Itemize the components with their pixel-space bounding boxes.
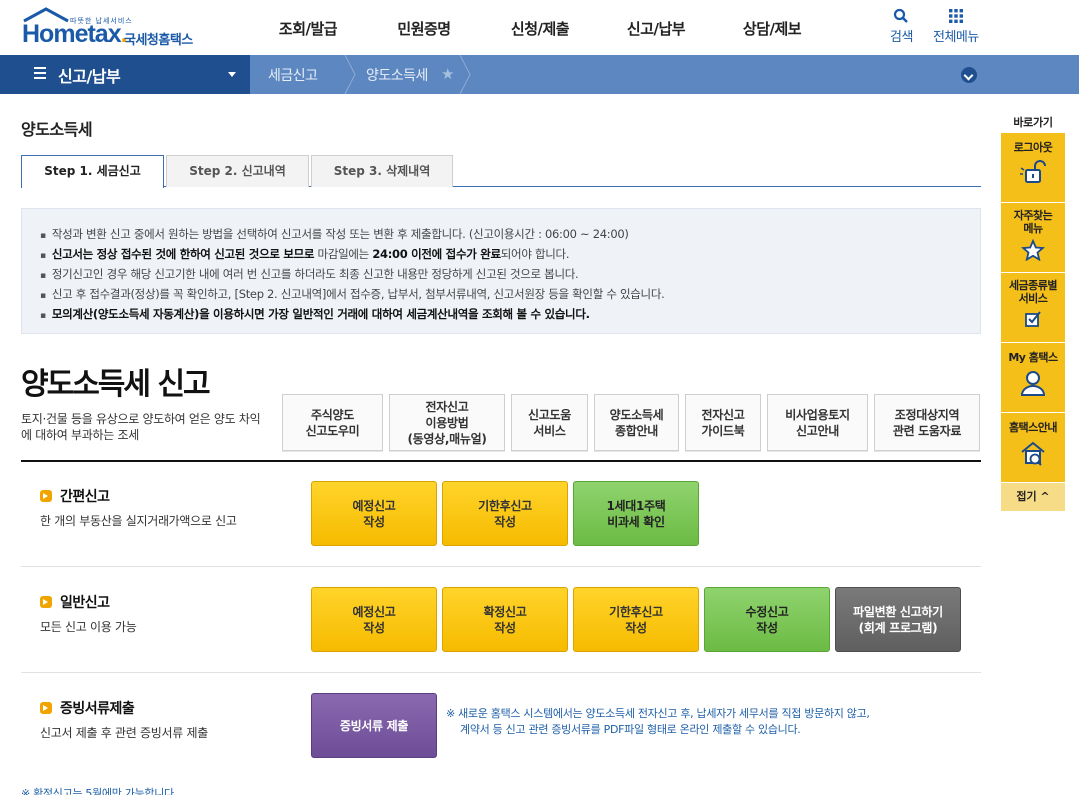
breadcrumb-separator-icon <box>344 55 356 94</box>
non-business-land-guide-button[interactable]: 비사업용토지 신고안내 <box>767 394 868 451</box>
expand-chevron-icon[interactable] <box>961 67 977 83</box>
simple-report-description: 한 개의 부동산을 실지거래가액으로 신고 <box>40 514 237 528</box>
tab-step3-deleted-history[interactable]: Step 3. 삭제내역 <box>311 155 453 187</box>
search-button[interactable]: 검색 <box>890 8 913 45</box>
section-title: 양도소득세 신고 <box>21 367 211 402</box>
location-main-label: 신고/납부 <box>58 67 121 86</box>
global-nav: 조회/발급 민원증명 신청/제출 신고/납부 상담/제보 <box>250 18 830 39</box>
nav-consult-report[interactable]: 상담/제보 <box>714 18 830 39</box>
general-report-title: 일반신고 <box>40 592 110 612</box>
hamburger-icon <box>34 67 46 80</box>
single-home-exemption-check-button[interactable]: 1세대1주택 비과세 확인 <box>573 481 699 546</box>
location-bar: 신고/납부 세금신고 양도소득세 ★ <box>0 55 1079 94</box>
general-report-description: 모든 신고 이용 가능 <box>40 620 137 634</box>
footnote: ※ 확정신고는 5월에만 가능합니다 <box>21 787 174 795</box>
regulated-area-help-button[interactable]: 조정대상지역 관련 도움자료 <box>874 394 980 451</box>
nav-inquiry-issue[interactable]: 조회/발급 <box>250 18 366 39</box>
search-icon <box>894 8 909 23</box>
search-label: 검색 <box>890 30 913 45</box>
submit-supporting-docs-button[interactable]: 증빙서류 제출 <box>311 693 437 758</box>
notice-line: 모의계산(양도소득세 자동계산)을 이용하시면 가장 일반적인 거래에 대하여 … <box>40 305 980 325</box>
quick-menu-collapse-button[interactable]: 접기 ^ <box>1001 483 1065 511</box>
quick-tax-service-button[interactable]: 세금종류별 서비스 <box>1001 273 1065 343</box>
top-header: 따뜻한 납세서비스 Hometax. 국세청홈택스 조회/발급 민원증명 신청/… <box>0 0 1079 55</box>
capital-gains-overview-button[interactable]: 양도소득세 종합안내 <box>594 394 679 451</box>
unlock-icon <box>1020 160 1046 183</box>
section-description: 토지·건물 등을 유상으로 양도하여 얻은 양도 차익에 대하여 부과하는 조세 <box>21 412 261 442</box>
quick-menu: 바로가기 로그아웃 자주찾는메뉴 세금종류별서비스 My 홈택스 홈택스안내 <box>1001 113 1065 511</box>
supporting-docs-note: ※ 새로운 홈택스 시스템에서는 양도소득세 전자신고 후, 납세자가 세무서를… <box>446 707 870 736</box>
row-divider <box>21 566 981 567</box>
simple-preliminary-report-button[interactable]: 예정신고 작성 <box>311 481 437 546</box>
notice-box: 작성과 변환 신고 중에서 원하는 방법을 선택하여 신고서를 작성 또는 변환… <box>21 208 981 334</box>
caret-down-icon <box>228 72 236 77</box>
quick-logout-button[interactable]: 로그아웃 <box>1001 133 1065 203</box>
location-main-menu[interactable]: 신고/납부 <box>0 55 250 94</box>
bullet-arrow-icon <box>40 596 52 608</box>
general-final-report-button[interactable]: 확정신고 작성 <box>442 587 568 652</box>
file-conversion-report-button[interactable]: 파일변환 신고하기 (회계 프로그램) <box>835 587 961 652</box>
hometax-logo[interactable]: 따뜻한 납세서비스 Hometax. 국세청홈택스 <box>20 7 210 48</box>
quick-favorites-button[interactable]: 자주찾는 메뉴 <box>1001 203 1065 273</box>
general-late-report-button[interactable]: 기한후신고 작성 <box>573 587 699 652</box>
general-preliminary-report-button[interactable]: 예정신고 작성 <box>311 587 437 652</box>
quick-my-hometax-button[interactable]: My 홈택스 <box>1001 343 1065 413</box>
bullet-arrow-icon <box>40 490 52 502</box>
help-buttons: 주식양도 신고도우미 전자신고 이용방법 (동영상,매뉴얼) 신고도움 서비스 양도소득… <box>282 394 980 451</box>
breadcrumb-tax-report[interactable]: 세금신고 <box>268 65 318 85</box>
house-icon <box>1021 441 1045 466</box>
notice-line: 정기신고인 경우 해당 신고기한 내에 여러 번 신고를 하더라도 최종 신고한… <box>40 265 980 285</box>
quick-hometax-guide-button[interactable]: 홈택스안내 <box>1001 413 1065 483</box>
simple-late-report-button[interactable]: 기한후신고 작성 <box>442 481 568 546</box>
favorite-star-icon[interactable]: ★ <box>441 65 454 83</box>
e-filing-guidebook-button[interactable]: 전자신고 가이드북 <box>685 394 761 451</box>
page-title: 양도소득세 <box>21 120 93 139</box>
step-tabs: Step 1. 세금신고 Step 2. 신고내역 Step 3. 삭제내역 <box>21 155 981 188</box>
bullet-arrow-icon <box>40 702 52 714</box>
supporting-docs-description: 신고서 제출 후 관련 증빙서류 제출 <box>40 726 208 740</box>
all-menu-label: 전체메뉴 <box>933 30 979 45</box>
supporting-docs-title: 증빙서류제출 <box>40 698 135 718</box>
e-filing-guide-video-button[interactable]: 전자신고 이용방법 (동영상,매뉴얼) <box>389 394 505 451</box>
simple-report-title: 간편신고 <box>40 486 110 506</box>
notice-line: 신고서는 정상 접수된 것에 한하여 신고된 것으로 보므로 마감일에는 24:… <box>40 245 980 265</box>
row-divider <box>21 672 981 673</box>
notice-line: 신고 후 접수결과(정상)를 꼭 확인하고, [Step 2. 신고내역]에서 … <box>40 285 980 305</box>
breadcrumb-capital-gains[interactable]: 양도소득세 <box>366 65 428 85</box>
nav-report-pay[interactable]: 신고/납부 <box>598 18 714 39</box>
logo-wordmark: Hometax. <box>22 20 128 48</box>
filing-help-service-button[interactable]: 신고도움 서비스 <box>511 394 588 451</box>
grid-menu-icon <box>948 9 963 23</box>
star-icon <box>1021 239 1045 261</box>
all-menu-button[interactable]: 전체메뉴 <box>933 8 979 45</box>
general-amended-report-button[interactable]: 수정신고 작성 <box>704 587 830 652</box>
user-icon <box>1020 371 1046 396</box>
section-divider <box>21 460 981 462</box>
tab-step2-report-history[interactable]: Step 2. 신고내역 <box>166 155 309 187</box>
quick-menu-title: 바로가기 <box>1013 116 1053 129</box>
stock-transfer-helper-button[interactable]: 주식양도 신고도우미 <box>282 394 383 451</box>
logo-korean: 국세청홈택스 <box>124 33 193 48</box>
breadcrumb-separator-icon <box>459 55 471 94</box>
nav-civil-certificate[interactable]: 민원증명 <box>366 18 482 39</box>
checkbox-icon <box>1025 311 1041 327</box>
tab-step1-tax-report[interactable]: Step 1. 세금신고 <box>21 155 164 188</box>
nav-apply-submit[interactable]: 신청/제출 <box>482 18 598 39</box>
notice-line: 작성과 변환 신고 중에서 원하는 방법을 선택하여 신고서를 작성 또는 변환… <box>40 225 980 245</box>
